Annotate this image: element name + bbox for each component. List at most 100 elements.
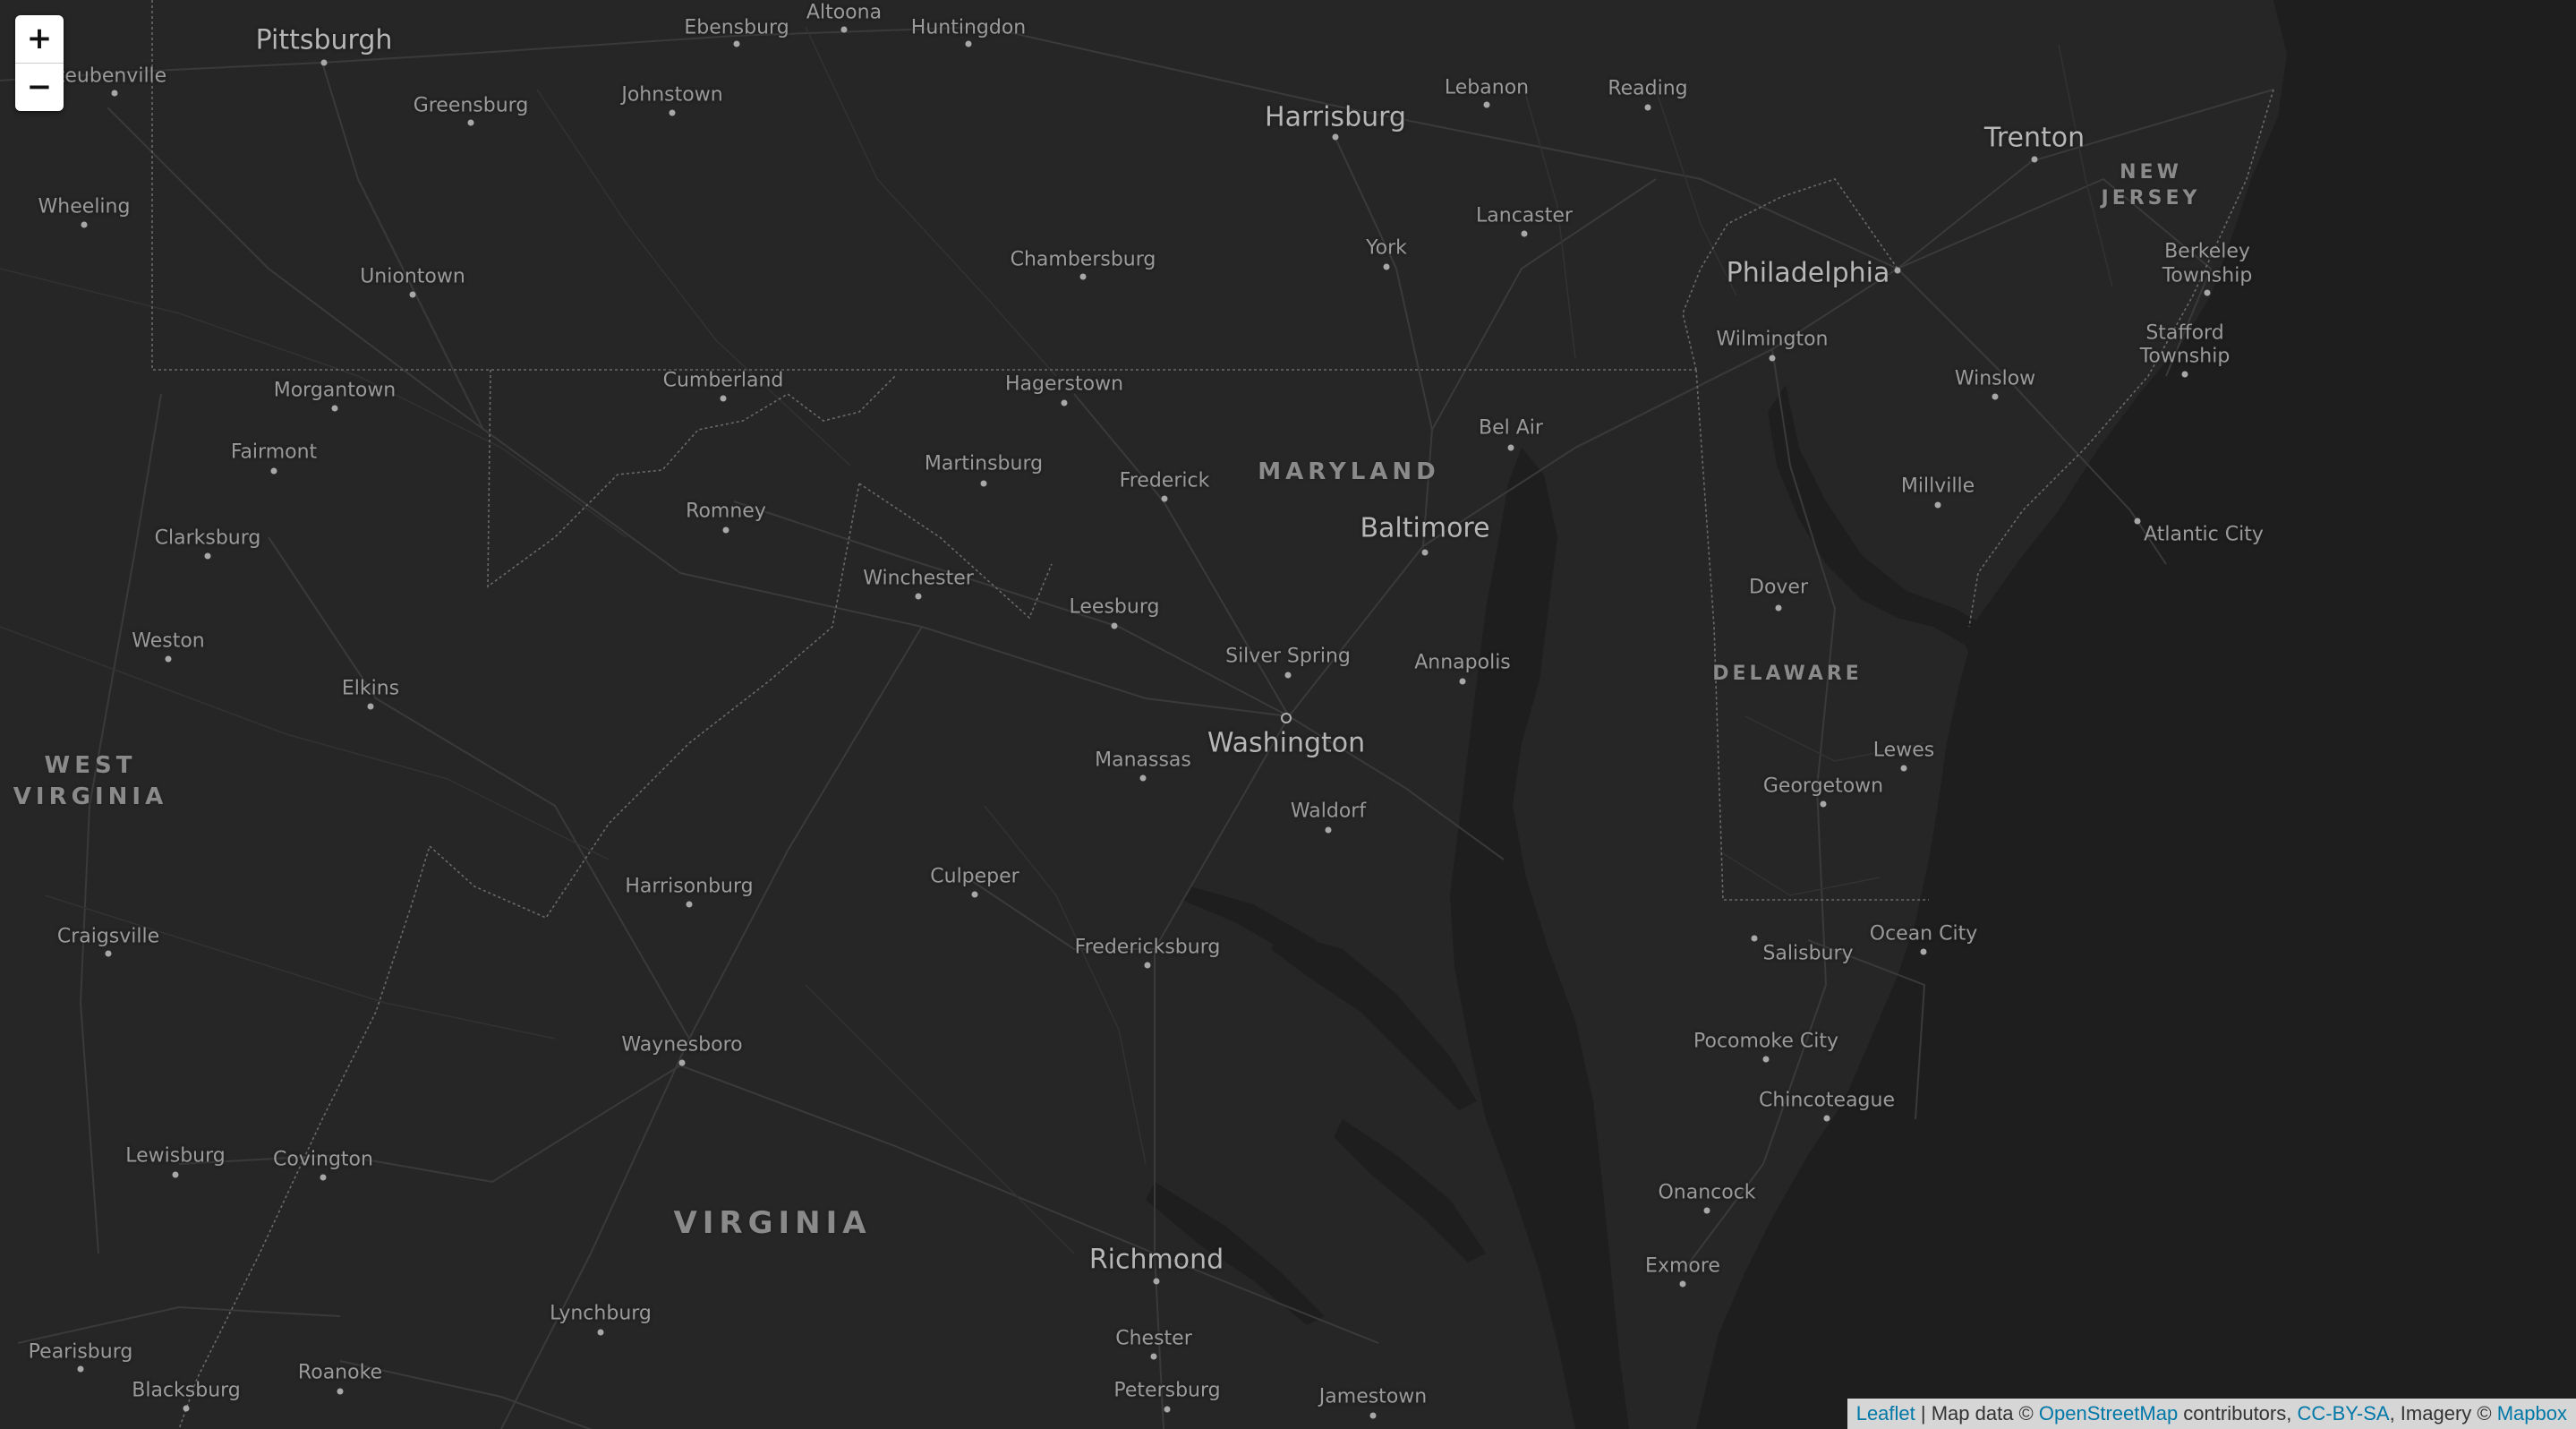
city-label-dover: Dover: [1749, 576, 1808, 599]
city-label-harrisonburg: Harrisonburg: [625, 875, 754, 898]
city-label-weston: Weston: [132, 629, 205, 653]
city-label-wilmington: Wilmington: [1716, 328, 1829, 351]
huntingdon-dot: [965, 40, 972, 47]
state-label-new-jersey-1: NEW: [2120, 161, 2182, 184]
blacksburg-dot: [183, 1405, 190, 1412]
uniontown-dot: [409, 291, 416, 298]
city-label-manassas: Manassas: [1095, 749, 1191, 772]
harrisonburg-dot: [686, 901, 693, 908]
salisbury-dot: [1751, 935, 1758, 942]
city-label-baltimore: Baltimore: [1360, 512, 1490, 544]
craigsville-dot: [105, 950, 112, 957]
chester-dot: [1150, 1353, 1157, 1360]
city-label-wheeling: Wheeling: [38, 195, 131, 218]
silver-spring-dot: [1284, 672, 1292, 679]
mapbox-link[interactable]: Mapbox: [2497, 1402, 2567, 1425]
state-label-west-virginia-2: VIRGINIA: [13, 783, 168, 810]
weston-dot: [165, 655, 172, 663]
city-label-ebensburg: Ebensburg: [684, 16, 789, 39]
city-label-chester: Chester: [1115, 1327, 1192, 1350]
map-container[interactable]: Pittsburgh Steubenville Ebensburg Altoon…: [0, 0, 2576, 1429]
stafford-township-dot: [2181, 371, 2188, 378]
martinsburg-dot: [980, 480, 987, 487]
city-label-winslow: Winslow: [1954, 367, 2036, 390]
city-label-roanoke: Roanoke: [297, 1361, 383, 1384]
lewisburg-dot: [172, 1171, 179, 1178]
city-label-huntingdon: Huntingdon: [910, 16, 1027, 39]
cc-by-sa-link[interactable]: CC-BY-SA: [2297, 1402, 2389, 1425]
steubenville-dot: [111, 90, 118, 97]
state-label-west-virginia-1: WEST: [44, 752, 137, 779]
city-label-berkeley-2: Township: [2162, 264, 2253, 287]
clarksburg-dot: [204, 552, 211, 560]
berkeley-township-dot: [2204, 289, 2211, 296]
city-label-ocean-city: Ocean City: [1869, 922, 1978, 946]
reading-dot: [1644, 104, 1651, 111]
jamestown-dot: [1369, 1412, 1377, 1419]
trenton-dot: [2031, 156, 2038, 163]
romney-dot: [722, 526, 729, 534]
morgantown-dot: [331, 405, 338, 412]
lancaster-dot: [1521, 230, 1528, 237]
annapolis-dot: [1459, 678, 1466, 685]
dover-dot: [1775, 604, 1782, 612]
johnstown-dot: [669, 109, 676, 116]
city-label-frederick: Frederick: [1119, 469, 1210, 492]
city-label-morgantown: Morgantown: [273, 379, 397, 402]
city-label-greensburg: Greensburg: [413, 94, 529, 117]
bel-air-dot: [1507, 444, 1514, 451]
ocean-city-dot: [1920, 948, 1927, 955]
philadelphia-dot: [1894, 267, 1901, 274]
waynesboro-dot: [678, 1059, 686, 1066]
city-label-pittsburgh: Pittsburgh: [255, 24, 393, 56]
pittsburgh-dot: [320, 59, 328, 66]
city-label-altoona: Altoona: [806, 1, 883, 24]
millville-dot: [1934, 501, 1941, 509]
city-label-petersburg: Petersburg: [1113, 1379, 1221, 1402]
zoom-control: + −: [15, 15, 64, 111]
city-label-craigsville: Craigsville: [56, 925, 160, 948]
wilmington-dot: [1769, 355, 1776, 362]
fredericksburg-dot: [1144, 962, 1151, 969]
city-label-elkins: Elkins: [341, 677, 400, 700]
ebensburg-dot: [733, 40, 740, 47]
lewes-dot: [1900, 765, 1907, 772]
city-label-hagerstown: Hagerstown: [1004, 372, 1124, 396]
chambersburg-dot: [1079, 273, 1087, 280]
baltimore-dot: [1421, 549, 1429, 556]
georgetown-dot: [1820, 800, 1827, 808]
city-label-bel-air: Bel Air: [1479, 416, 1543, 440]
city-label-fredericksburg: Fredericksburg: [1074, 936, 1221, 959]
state-label-maryland: MARYLAND: [1258, 458, 1440, 485]
city-label-lebanon: Lebanon: [1444, 76, 1530, 99]
city-label-lewes: Lewes: [1872, 739, 1935, 762]
city-label-salisbury: Salisbury: [1762, 942, 1854, 965]
attribution-text-3: , Imagery ©: [2389, 1402, 2497, 1425]
city-label-millville: Millville: [1900, 475, 1975, 498]
city-label-berkeley-1: Berkeley: [2164, 240, 2250, 263]
city-label-romney: Romney: [686, 500, 766, 523]
winchester-dot: [915, 593, 922, 600]
city-label-chincoteague: Chincoteague: [1758, 1089, 1896, 1112]
attribution-text-2: contributors,: [2178, 1402, 2298, 1425]
greensburg-dot: [467, 119, 474, 126]
zoom-out-button[interactable]: −: [15, 63, 64, 111]
leaflet-link[interactable]: Leaflet: [1856, 1402, 1915, 1425]
york-dot: [1383, 263, 1390, 270]
city-label-pocomoke-city: Pocomoke City: [1693, 1030, 1838, 1053]
chincoteague-dot: [1823, 1115, 1830, 1122]
state-label-delaware: DELAWARE: [1712, 663, 1863, 685]
elkins-dot: [367, 703, 374, 710]
city-label-trenton: Trenton: [1983, 122, 2086, 154]
openstreetmap-link[interactable]: OpenStreetMap: [2039, 1402, 2178, 1425]
attribution-bar: Leaflet | Map data © OpenStreetMap contr…: [1847, 1399, 2576, 1429]
zoom-in-button[interactable]: +: [15, 15, 64, 63]
leesburg-dot: [1111, 622, 1118, 629]
atlantic-city-dot: [2134, 518, 2141, 525]
city-label-georgetown: Georgetown: [1762, 774, 1884, 798]
onancock-dot: [1703, 1207, 1710, 1214]
city-label-clarksburg: Clarksburg: [154, 526, 261, 550]
city-label-leesburg: Leesburg: [1069, 595, 1160, 619]
winslow-dot: [1992, 393, 1999, 400]
city-label-exmore: Exmore: [1645, 1254, 1720, 1278]
